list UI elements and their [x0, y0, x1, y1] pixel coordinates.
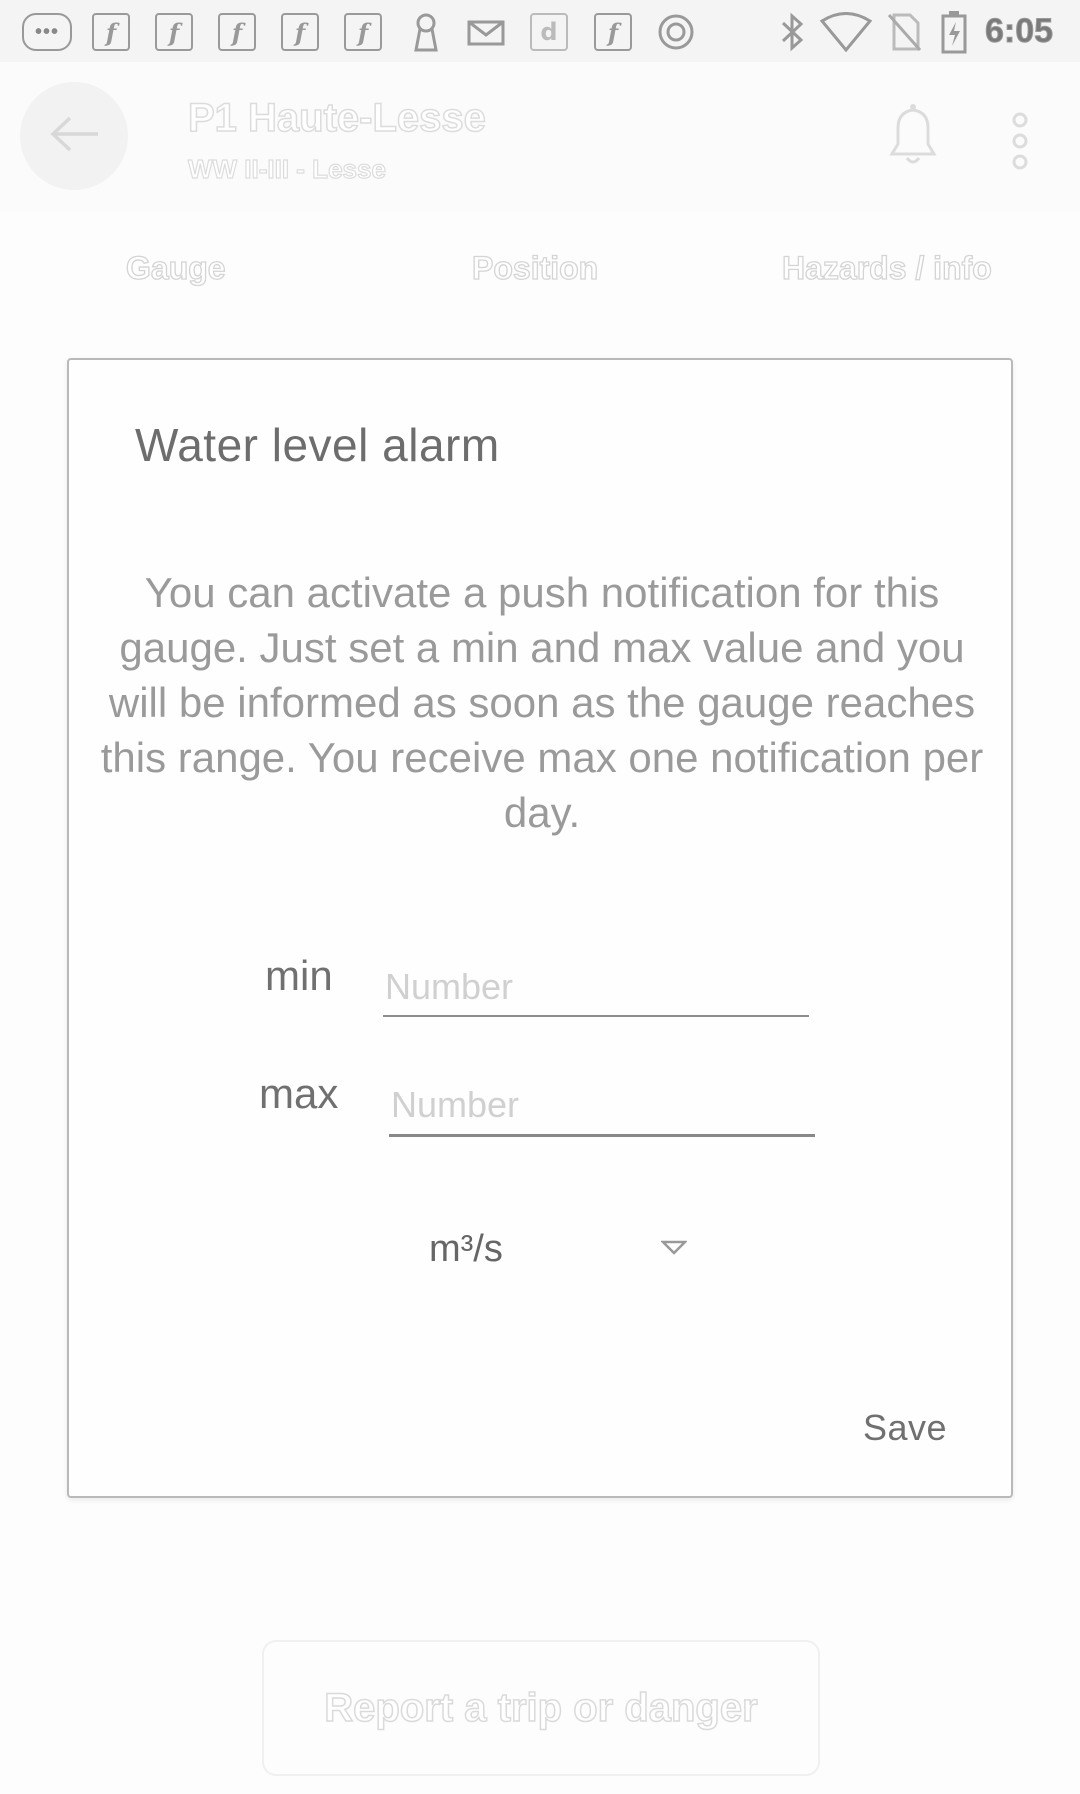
- notification-button[interactable]: [878, 100, 948, 170]
- facebook-icon: f: [92, 13, 130, 51]
- facebook-icon: f: [155, 13, 193, 51]
- dropdown-arrow-icon: [659, 1240, 689, 1261]
- max-input-underline: [389, 1134, 815, 1137]
- page-subtitle: WW II-III - Lesse: [187, 153, 386, 184]
- back-button[interactable]: [20, 82, 128, 190]
- tab-bar: Gauge Position Hazards / info: [0, 240, 1080, 300]
- no-sim-icon: [884, 13, 924, 51]
- tab-hazards-info[interactable]: Hazards / info: [781, 249, 992, 287]
- battery-charging-icon: [938, 11, 970, 54]
- more-options-button[interactable]: [1000, 106, 1040, 176]
- d-app-icon: d: [530, 13, 568, 51]
- min-input[interactable]: [383, 954, 809, 1020]
- min-label: min: [265, 952, 333, 999]
- max-label: max: [259, 1070, 339, 1117]
- water-level-alarm-dialog: Water level alarm You can activate a pus…: [67, 358, 1013, 1498]
- max-input[interactable]: [389, 1072, 815, 1138]
- more-vertical-icon: [1000, 112, 1040, 180]
- dialog-title: Water level alarm: [135, 419, 500, 471]
- arrow-left-icon: [48, 114, 100, 159]
- keyhole-icon: [408, 13, 444, 52]
- mail-icon: [466, 13, 508, 51]
- facebook-icon: f: [344, 13, 382, 51]
- bell-icon: [878, 104, 948, 174]
- wifi-icon: [818, 12, 874, 52]
- facebook-icon: f: [281, 13, 319, 51]
- tab-position[interactable]: Position: [471, 249, 599, 287]
- circle-app-icon: [656, 13, 696, 51]
- unit-dropdown[interactable]: m³/s: [429, 1214, 699, 1284]
- status-time: 6:05: [984, 12, 1054, 51]
- bluetooth-icon: [774, 12, 810, 52]
- tab-gauge[interactable]: Gauge: [125, 249, 226, 287]
- dialog-description: You can activate a push notification for…: [100, 569, 984, 836]
- app-bar: P1 Haute-Lesse WW II-III - Lesse: [0, 62, 1080, 212]
- facebook-icon: f: [594, 13, 632, 51]
- facebook-icon: f: [218, 13, 256, 51]
- page-title: P1 Haute-Lesse: [187, 95, 486, 141]
- more-notifications-icon: •••: [22, 13, 72, 51]
- report-trip-button[interactable]: Report a trip or danger: [262, 1640, 820, 1776]
- save-button[interactable]: Save: [845, 1398, 965, 1458]
- status-bar: ••• f f f f f d f 6:05: [0, 0, 1080, 62]
- unit-selected-value: m³/s: [429, 1227, 503, 1270]
- min-input-underline: [383, 1015, 809, 1017]
